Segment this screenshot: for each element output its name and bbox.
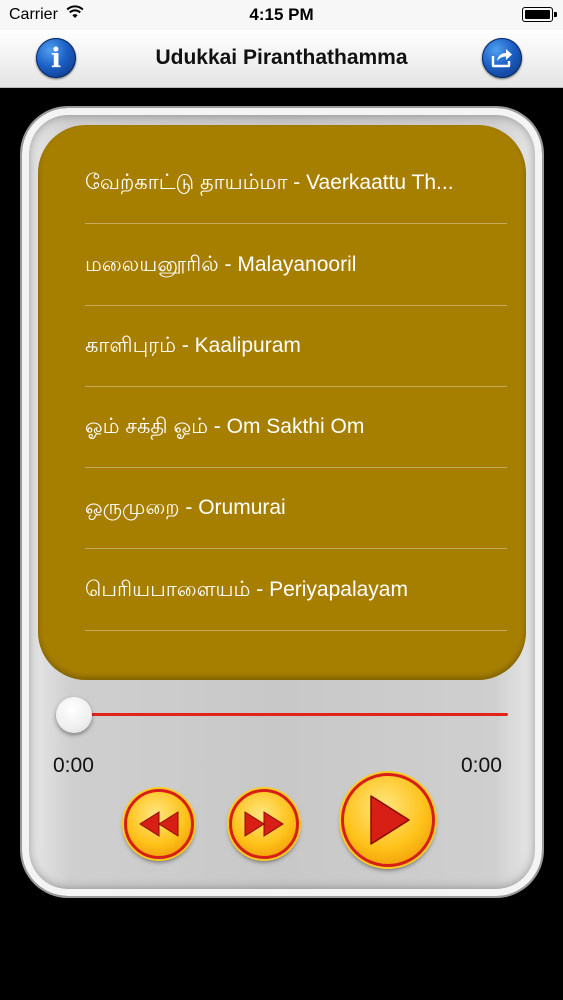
song-list[interactable]: வேற்காட்டு தாயம்மா - Vaerkaattu Th... மல… <box>38 125 526 680</box>
song-list-item[interactable]: மலையனூரில் - Malayanooril <box>85 224 507 306</box>
navigation-bar: i Udukkai Piranthathamma <box>0 30 563 88</box>
share-button[interactable] <box>482 38 522 78</box>
total-time: 0:00 <box>461 754 502 777</box>
song-list-item[interactable]: காளிபுரம் - Kaalipuram <box>85 305 507 387</box>
song-list-item[interactable]: பெரியபாளையம் - Periyapalayam <box>85 549 507 631</box>
song-list-item[interactable]: வேற்காட்டு தாயம்மா - Vaerkaattu Th... <box>85 142 507 224</box>
share-icon <box>491 49 512 68</box>
current-time: 0:00 <box>53 754 94 777</box>
seek-track[interactable] <box>56 713 508 716</box>
song-list-item[interactable]: ஒருமுறை - Orumurai <box>85 467 507 549</box>
fast-forward-button[interactable] <box>229 789 299 859</box>
status-bar: Carrier 4:15 PM <box>0 0 563 30</box>
seek-thumb[interactable] <box>56 697 92 733</box>
play-button[interactable] <box>341 773 435 867</box>
rewind-button[interactable] <box>124 789 194 859</box>
song-list-item[interactable]: ஓம் சக்தி ஓம் - Om Sakthi Om <box>85 386 507 468</box>
battery-icon <box>522 7 557 22</box>
status-time: 4:15 PM <box>249 5 314 24</box>
rewind-icon <box>139 811 179 837</box>
play-icon <box>370 795 410 845</box>
page-title: Udukkai Piranthathamma <box>155 46 408 69</box>
seek-slider[interactable] <box>56 697 508 733</box>
fast-forward-icon <box>244 811 284 837</box>
